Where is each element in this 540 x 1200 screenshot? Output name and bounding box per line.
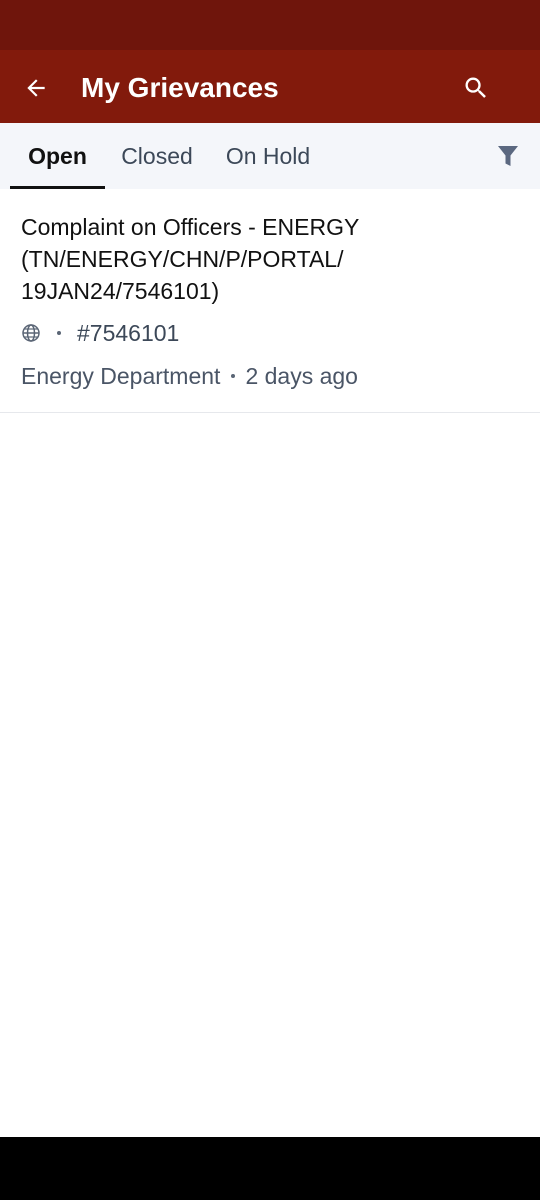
tab-closed[interactable]: Closed <box>112 123 202 189</box>
grievance-card[interactable]: Complaint on Officers - ENERGY (TN/ENERG… <box>0 189 540 413</box>
grievance-id: #7546101 <box>77 319 180 346</box>
search-button[interactable] <box>456 68 496 108</box>
grievance-title: Complaint on Officers - ENERGY (TN/ENERG… <box>21 211 521 307</box>
back-button[interactable] <box>16 68 56 108</box>
tab-open[interactable]: Open <box>10 123 105 189</box>
search-icon <box>465 77 486 98</box>
status-bar <box>0 0 540 50</box>
separator-dot <box>231 374 236 378</box>
tab-bar: Open Closed On Hold <box>0 123 540 189</box>
filter-button[interactable] <box>490 138 526 174</box>
grievance-meta: #7546101 <box>21 319 179 347</box>
page-title: My Grievances <box>81 72 279 103</box>
separator-dot <box>57 331 61 335</box>
department-name: Energy Department <box>21 362 221 389</box>
grievance-title-line: Complaint on Officers - ENERGY <box>21 214 360 240</box>
filter-icon <box>498 146 518 166</box>
globe-icon <box>21 323 41 343</box>
tab-on-hold[interactable]: On Hold <box>216 123 320 189</box>
arrow-left-icon <box>27 79 45 97</box>
grievance-title-line: (TN/ENERGY/CHN/P/PORTAL/ <box>21 246 344 272</box>
system-navigation-bar <box>0 1137 540 1200</box>
app-bar: My Grievances <box>0 50 540 123</box>
timestamp: 2 days ago <box>245 362 358 389</box>
grievance-department-row: Energy Department 2 days ago <box>21 361 358 391</box>
grievance-title-line: 19JAN24/7546101) <box>21 278 220 304</box>
